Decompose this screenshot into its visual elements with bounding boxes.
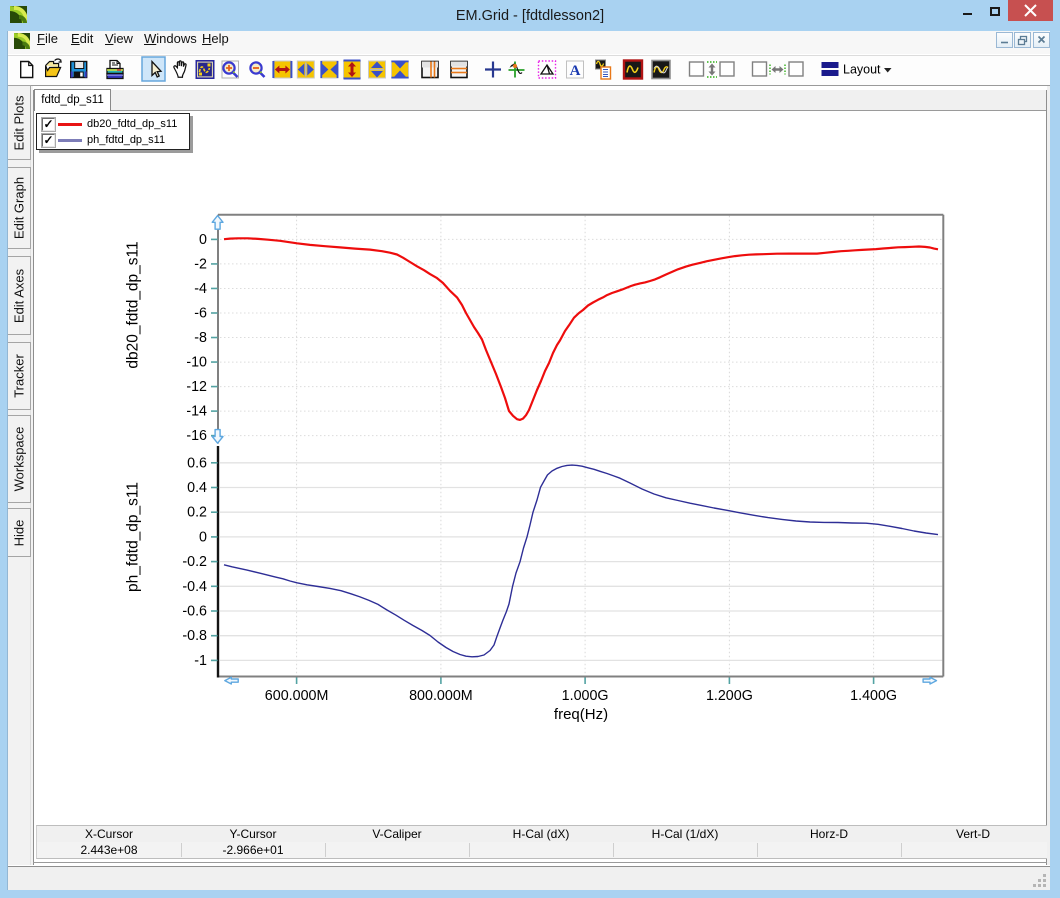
svg-text:-8: -8 bbox=[194, 330, 207, 346]
svg-text:0.6: 0.6 bbox=[187, 455, 207, 471]
svg-text:-10: -10 bbox=[186, 355, 207, 371]
svg-text:1.400G: 1.400G bbox=[850, 688, 897, 704]
svg-text:-0.8: -0.8 bbox=[182, 628, 207, 644]
svg-text:-6: -6 bbox=[194, 305, 207, 321]
svg-text:-4: -4 bbox=[194, 281, 207, 297]
svg-text:-0.4: -0.4 bbox=[182, 579, 207, 595]
svg-text:600.000M: 600.000M bbox=[265, 688, 329, 704]
svg-text:-0.2: -0.2 bbox=[182, 554, 207, 570]
svg-text:ph_fdtd_dp_s11: ph_fdtd_dp_s11 bbox=[125, 482, 142, 592]
svg-text:800.000M: 800.000M bbox=[409, 688, 473, 704]
svg-text:0: 0 bbox=[199, 529, 207, 545]
svg-text:-14: -14 bbox=[186, 404, 207, 420]
svg-text:-2: -2 bbox=[194, 256, 207, 272]
svg-text:-0.6: -0.6 bbox=[182, 604, 207, 620]
svg-text:-16: -16 bbox=[186, 428, 207, 444]
svg-text:-12: -12 bbox=[186, 379, 207, 395]
svg-text:1.000G: 1.000G bbox=[562, 688, 609, 704]
svg-text:0: 0 bbox=[199, 232, 207, 248]
svg-text:0.2: 0.2 bbox=[187, 505, 207, 521]
svg-text:db20_fdtd_dp_s11: db20_fdtd_dp_s11 bbox=[125, 241, 142, 368]
svg-text:-1: -1 bbox=[194, 653, 207, 669]
svg-text:0.4: 0.4 bbox=[187, 480, 207, 496]
svg-text:1.200G: 1.200G bbox=[706, 688, 753, 704]
svg-text:freq(Hz): freq(Hz) bbox=[554, 706, 608, 723]
